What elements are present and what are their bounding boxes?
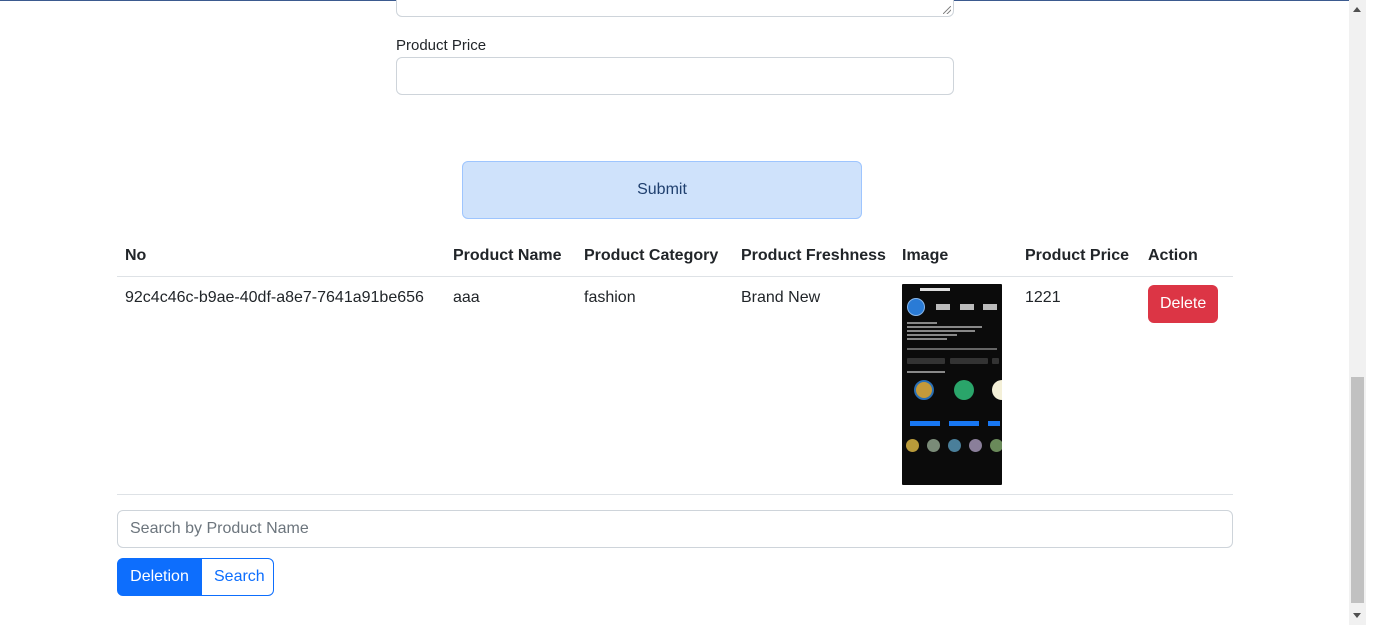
page: Product Price Submit No Product Name Pro… [0, 0, 1349, 625]
scroll-up-arrow-icon[interactable] [1353, 7, 1361, 12]
product-image [902, 283, 1002, 485]
vertical-scrollbar[interactable] [1349, 0, 1366, 625]
search-input[interactable] [117, 510, 1233, 548]
header-product-price: Product Price [1017, 236, 1140, 277]
cell-action: Delete [1140, 276, 1233, 495]
table-row: 92c4c46c-b9ae-40df-a8e7-7641a91be656 aaa… [117, 276, 1233, 495]
cell-product-freshness: Brand New [733, 276, 894, 495]
header-product-freshness: Product Freshness [733, 236, 894, 277]
cell-product-category: fashion [576, 276, 733, 495]
header-product-name: Product Name [445, 236, 576, 277]
table-header-row: No Product Name Product Category Product… [117, 236, 1233, 277]
header-action: Action [1140, 236, 1233, 277]
submit-button[interactable]: Submit [462, 161, 862, 219]
mode-button-group: Deletion Search [117, 558, 274, 596]
header-image: Image [894, 236, 1017, 277]
delete-button[interactable]: Delete [1148, 284, 1219, 323]
deletion-button[interactable]: Deletion [117, 558, 202, 596]
product-price-label: Product Price [396, 37, 487, 54]
products-table: No Product Name Product Category Product… [117, 236, 1233, 495]
cell-product-name: aaa [445, 276, 576, 495]
cell-image [894, 276, 1017, 495]
product-price-input[interactable] [396, 57, 954, 95]
cell-product-id: 92c4c46c-b9ae-40df-a8e7-7641a91be656 [117, 276, 445, 495]
header-product-category: Product Category [576, 236, 733, 277]
search-button[interactable]: Search [202, 558, 274, 596]
scroll-down-arrow-icon[interactable] [1353, 613, 1361, 618]
scrollbar-thumb[interactable] [1351, 377, 1364, 603]
header-no: No [117, 236, 445, 277]
cell-product-price: 1221 [1017, 276, 1140, 495]
description-textarea[interactable] [396, 0, 954, 17]
resize-grip-icon[interactable] [943, 6, 951, 14]
